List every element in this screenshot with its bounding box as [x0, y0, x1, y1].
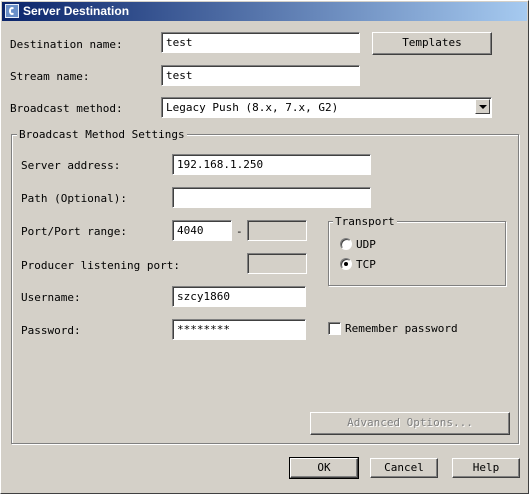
remember-password-checkbox[interactable]	[328, 322, 341, 335]
help-button[interactable]: Help	[452, 458, 520, 478]
username-input[interactable]: szcy1860	[172, 286, 306, 307]
udp-radio[interactable]	[340, 238, 352, 250]
udp-label[interactable]: UDP	[356, 238, 376, 251]
port-range-separator: -	[236, 225, 243, 238]
window-title: Server Destination	[23, 4, 130, 18]
tcp-radio[interactable]	[340, 258, 352, 270]
path-input[interactable]	[172, 187, 371, 208]
broadcast-method-value: Legacy Push (8.x, 7.x, G2)	[166, 101, 339, 114]
producer-port-label: Producer listening port:	[21, 259, 180, 272]
server-address-input[interactable]: 192.168.1.250	[172, 154, 371, 175]
stream-name-label: Stream name:	[10, 70, 90, 83]
cancel-button[interactable]: Cancel	[370, 458, 438, 478]
templates-button[interactable]: Templates	[372, 32, 492, 55]
port-range-label: Port/Port range:	[21, 225, 127, 238]
chevron-down-icon[interactable]	[475, 99, 490, 114]
server-destination-dialog: Server Destination Destination name: tes…	[0, 0, 529, 494]
destination-name-label: Destination name:	[10, 38, 123, 51]
password-input[interactable]: ********	[172, 319, 306, 340]
broadcast-method-label: Broadcast method:	[10, 102, 123, 115]
username-label: Username:	[21, 291, 81, 304]
broadcast-settings-title: Broadcast Method Settings	[17, 128, 187, 141]
ok-button[interactable]: OK	[289, 457, 359, 479]
producer-port-input	[247, 253, 307, 274]
remember-password-label[interactable]: Remember password	[345, 322, 458, 335]
path-label: Path (Optional):	[21, 192, 127, 205]
port-start-input[interactable]: 4040	[172, 220, 232, 241]
server-address-label: Server address:	[21, 159, 121, 172]
transport-group	[328, 221, 506, 286]
title-bar[interactable]: Server Destination	[2, 2, 527, 21]
app-icon	[5, 4, 19, 18]
destination-name-input[interactable]: test	[161, 32, 360, 53]
advanced-options-button: Advanced Options...	[310, 412, 510, 435]
stream-name-input[interactable]: test	[161, 65, 360, 86]
port-end-input	[247, 220, 307, 241]
broadcast-method-select[interactable]: Legacy Push (8.x, 7.x, G2)	[161, 97, 492, 118]
transport-title: Transport	[333, 215, 397, 228]
tcp-label[interactable]: TCP	[356, 258, 376, 271]
password-label: Password:	[21, 324, 81, 337]
